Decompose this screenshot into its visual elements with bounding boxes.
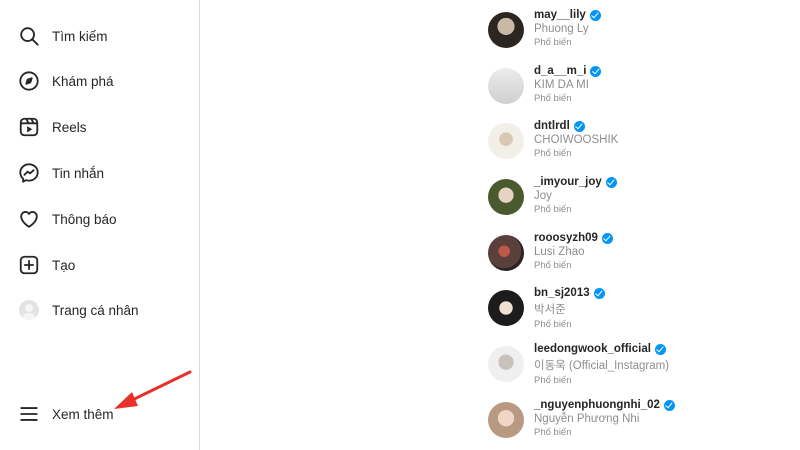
sidebar-item-label: Tạo bbox=[52, 257, 76, 273]
red-arrow-annotation bbox=[114, 370, 192, 409]
list-item[interactable]: _nguyenphuongnhi_02 Nguyễn Phương Nhi Ph… bbox=[488, 399, 788, 442]
verified-badge-icon bbox=[590, 65, 602, 77]
username[interactable]: dntlrdl bbox=[534, 120, 570, 132]
heart-icon bbox=[18, 208, 40, 230]
subtitle: Phổ biến bbox=[534, 375, 572, 386]
sidebar-item-label: Thông báo bbox=[52, 211, 117, 227]
avatar[interactable] bbox=[488, 402, 524, 438]
messenger-icon bbox=[18, 162, 40, 184]
reels-icon bbox=[18, 116, 40, 138]
sidebar-item-messages[interactable]: Tin nhắn bbox=[18, 158, 104, 188]
avatar[interactable] bbox=[488, 235, 524, 271]
verified-badge-icon bbox=[573, 120, 585, 132]
list-item[interactable]: may__lily Phuong Ly Phổ biến bbox=[488, 9, 788, 52]
username[interactable]: leedongwook_official bbox=[534, 343, 651, 355]
avatar[interactable] bbox=[488, 346, 524, 382]
sidebar-item-label: Tin nhắn bbox=[52, 165, 105, 181]
verified-badge-icon bbox=[601, 232, 613, 244]
subtitle: Phổ biến bbox=[534, 93, 572, 104]
username[interactable]: bn_sj2013 bbox=[534, 287, 590, 299]
profile-avatar-icon bbox=[18, 299, 40, 321]
search-icon bbox=[18, 25, 40, 47]
list-item[interactable]: bn_sj2013 박서준 Phổ biến bbox=[488, 287, 788, 330]
subtitle: Phổ biến bbox=[534, 37, 572, 48]
list-item[interactable]: _imyour_joy Joy Phổ biến bbox=[488, 176, 788, 219]
verified-badge-icon bbox=[654, 343, 666, 355]
username[interactable]: _imyour_joy bbox=[534, 176, 602, 188]
sidebar-item-label: Trang cá nhân bbox=[52, 302, 139, 318]
full-name: Joy bbox=[534, 190, 552, 202]
sidebar-item-search[interactable]: Tìm kiếm bbox=[18, 21, 108, 51]
verified-badge-icon bbox=[663, 399, 675, 411]
full-name: KIM DA MI bbox=[534, 79, 589, 91]
sidebar-item-notifications[interactable]: Thông báo bbox=[18, 204, 117, 234]
sidebar-item-label: Khám phá bbox=[52, 73, 114, 89]
sidebar-item-label: Reels bbox=[52, 119, 87, 135]
avatar bbox=[19, 300, 39, 320]
verified-badge-icon bbox=[593, 287, 605, 299]
more-label: Xem thêm bbox=[52, 406, 114, 422]
menu-icon bbox=[18, 403, 40, 425]
avatar[interactable] bbox=[488, 12, 524, 48]
full-name: 이동욱 (Official_Instagram) bbox=[534, 360, 670, 372]
sidebar-item-explore[interactable]: Khám phá bbox=[18, 66, 114, 96]
full-name: Nguyễn Phương Nhi bbox=[534, 413, 640, 425]
subtitle: Phổ biến bbox=[534, 204, 572, 215]
username[interactable]: may__lily bbox=[534, 9, 586, 21]
list-item[interactable]: d_a__m_i KIM DA MI Phổ biến bbox=[488, 65, 788, 108]
list-item[interactable]: dntlrdl CHOIWOOSHIK Phổ biến bbox=[488, 120, 788, 163]
full-name: Lusi Zhao bbox=[534, 246, 585, 258]
sidebar-item-label: Tìm kiếm bbox=[52, 28, 108, 44]
list-item[interactable]: leedongwook_official 이동욱 (Official_Insta… bbox=[488, 343, 788, 386]
subtitle: Phổ biến bbox=[534, 319, 572, 330]
subtitle: Phổ biến bbox=[534, 427, 572, 438]
avatar[interactable] bbox=[488, 179, 524, 215]
list-item[interactable]: rooosyzh09 Lusi Zhao Phổ biến bbox=[488, 232, 788, 275]
compass-icon bbox=[18, 70, 40, 92]
full-name: 박서준 bbox=[534, 304, 566, 316]
username[interactable]: d_a__m_i bbox=[534, 65, 586, 77]
subtitle: Phổ biến bbox=[534, 148, 572, 159]
full-name: CHOIWOOSHIK bbox=[534, 134, 619, 146]
subtitle: Phổ biến bbox=[534, 260, 572, 271]
username[interactable]: _nguyenphuongnhi_02 bbox=[534, 399, 660, 411]
sidebar-item-profile[interactable]: Trang cá nhân bbox=[18, 295, 139, 325]
plus-square-icon bbox=[18, 254, 40, 276]
username[interactable]: rooosyzh09 bbox=[534, 232, 598, 244]
sidebar-item-reels[interactable]: Reels bbox=[18, 112, 87, 142]
more-button[interactable]: Xem thêm bbox=[18, 399, 114, 429]
verified-badge-icon bbox=[589, 9, 601, 21]
sidebar-item-create[interactable]: Tạo bbox=[18, 250, 75, 280]
avatar[interactable] bbox=[488, 290, 524, 326]
avatar[interactable] bbox=[488, 68, 524, 104]
verified-badge-icon bbox=[605, 176, 617, 188]
full-name: Phuong Ly bbox=[534, 23, 589, 35]
avatar[interactable] bbox=[488, 123, 524, 159]
